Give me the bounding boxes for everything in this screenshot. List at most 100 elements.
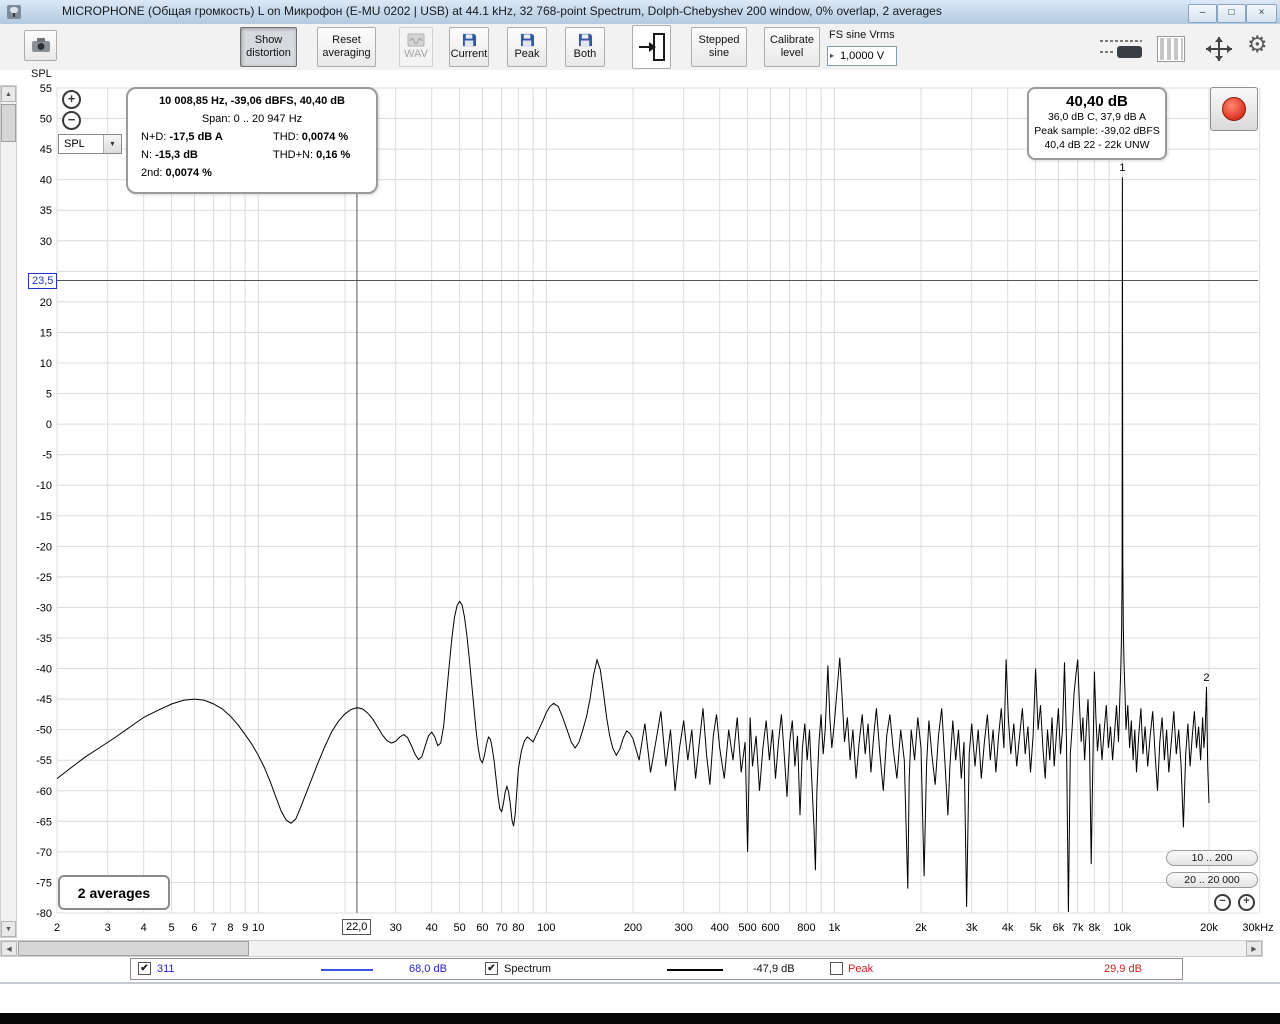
- svg-text:-25: -25: [36, 572, 52, 584]
- vertical-scrollbar[interactable]: ▲ ▼: [0, 85, 17, 938]
- spectrum-value: -47,9 dB: [753, 963, 795, 975]
- svg-text:10: 10: [40, 358, 52, 370]
- scroll-left-icon[interactable]: ◀: [1, 941, 17, 956]
- fs-sine-label: FS sine Vrms: [829, 29, 895, 41]
- x-zoom-in-button[interactable]: +: [1238, 894, 1255, 911]
- range-button-20-20000[interactable]: 20 .. 20 000: [1166, 872, 1258, 888]
- cursor-y-value: 23,5: [28, 273, 58, 289]
- scroll-down-icon[interactable]: ▼: [1, 921, 16, 937]
- svg-text:600: 600: [761, 922, 779, 934]
- signal-out-icon: [638, 33, 665, 61]
- scroll-right-icon[interactable]: ▶: [1246, 941, 1262, 956]
- svg-text:100: 100: [537, 922, 555, 934]
- level-readout-panel: 40,40 dB 36,0 dB C, 37,9 dB A Peak sampl…: [1027, 87, 1167, 160]
- save-current-label: Current: [450, 48, 488, 60]
- window-bottom-edge: [0, 982, 1280, 984]
- svg-text:7k: 7k: [1072, 922, 1084, 934]
- svg-text:4k: 4k: [1002, 922, 1014, 934]
- fs-sine-input[interactable]: [827, 46, 897, 66]
- curve-311-value: 68,0 dB: [409, 963, 447, 975]
- svg-text:200: 200: [624, 922, 642, 934]
- svg-text:10k: 10k: [1113, 922, 1131, 934]
- reset-averaging-button[interactable]: Reset averaging: [317, 27, 376, 67]
- maximize-button[interactable]: □: [1217, 4, 1246, 23]
- save-peak-button[interactable]: Peak: [507, 27, 547, 67]
- svg-text:30: 30: [40, 236, 52, 248]
- svg-text:-45: -45: [36, 694, 52, 706]
- scroll-up-icon[interactable]: ▲: [1, 86, 16, 102]
- close-button[interactable]: ×: [1246, 4, 1277, 23]
- svg-text:6: 6: [191, 922, 197, 934]
- calibrate-level-button[interactable]: Calibrate level: [764, 27, 820, 67]
- curve-311-label: 311: [157, 963, 175, 975]
- averages-badge: 2 averages: [58, 875, 170, 910]
- mixer-levels-icon[interactable]: [1098, 36, 1144, 60]
- minimize-button[interactable]: –: [1188, 4, 1217, 23]
- columns-pattern-icon[interactable]: [1157, 36, 1185, 62]
- snapshot-button[interactable]: [24, 30, 57, 61]
- spl-scale-select[interactable]: SPL ▼: [58, 134, 122, 154]
- svg-text:40: 40: [426, 922, 438, 934]
- svg-text:3: 3: [105, 922, 111, 934]
- peak-sample: Peak sample: -39,02 dBFS: [1034, 125, 1160, 137]
- spl-select-value: SPL: [64, 138, 85, 150]
- horizontal-scroll-thumb[interactable]: [18, 941, 249, 956]
- app-window: MICROPHONE (Общая громкость) L on Микроф…: [0, 0, 1280, 1024]
- record-button[interactable]: [1210, 87, 1258, 131]
- svg-text:80: 80: [512, 922, 524, 934]
- save-peak-label: Peak: [514, 48, 540, 60]
- svg-text:500: 500: [738, 922, 756, 934]
- svg-text:-35: -35: [36, 633, 52, 645]
- save-icon: [520, 33, 534, 47]
- taskbar: [0, 1013, 1280, 1024]
- range-button-10-200[interactable]: 10 .. 200: [1166, 850, 1258, 866]
- save-current-button[interactable]: Current: [449, 27, 489, 67]
- svg-text:-75: -75: [36, 877, 52, 889]
- peak-value: 29,9 dB: [1104, 963, 1142, 975]
- svg-text:55: 55: [40, 83, 52, 95]
- level-db: 40,40 dB: [1066, 93, 1128, 110]
- wav-label: WAV: [404, 48, 428, 60]
- svg-text:-70: -70: [36, 847, 52, 859]
- app-icon: [7, 5, 21, 19]
- stepped-sine-button[interactable]: Stepped sine: [691, 27, 747, 67]
- peak-checkbox[interactable]: [830, 962, 843, 975]
- svg-text:-55: -55: [36, 755, 52, 767]
- span-readout: Span: 0 .. 20 947 Hz: [201, 113, 303, 125]
- move-arrows-icon[interactable]: [1200, 33, 1238, 65]
- curve-311-checkbox[interactable]: ✔: [138, 962, 151, 975]
- field-flag-icon: ▸: [830, 51, 835, 60]
- svg-text:20k: 20k: [1200, 922, 1218, 934]
- cursor-x-value: 22,0: [342, 919, 372, 935]
- toolbar: Show distortion Reset averaging WAV Curr…: [0, 24, 1280, 70]
- x-zoom-out-button[interactable]: −: [1214, 894, 1231, 911]
- spectrum-label: Spectrum: [504, 963, 552, 975]
- svg-text:30: 30: [390, 922, 402, 934]
- thd-readout: THD: 0,0074 %: [273, 131, 349, 143]
- n-readout: N: -15,3 dB: [141, 149, 198, 161]
- show-distortion-button[interactable]: Show distortion: [240, 27, 297, 67]
- vertical-scroll-thumb[interactable]: [1, 104, 16, 142]
- svg-text:9: 9: [242, 922, 248, 934]
- save-both-button[interactable]: Both: [565, 27, 605, 67]
- svg-text:5: 5: [169, 922, 175, 934]
- curve-311-line-sample: [321, 969, 373, 971]
- horizontal-scrollbar[interactable]: ◀ ▶: [0, 940, 1263, 957]
- spectrum-checkbox[interactable]: ✔: [485, 962, 498, 975]
- legend-bar: ✔ 311 68,0 dB ✔ Spectrum -47,9 dB Peak 2…: [130, 958, 1183, 980]
- record-icon: [1222, 97, 1246, 121]
- zoom-out-button[interactable]: −: [62, 111, 81, 130]
- wav-button[interactable]: WAV: [399, 27, 433, 67]
- svg-text:8k: 8k: [1089, 922, 1101, 934]
- zoom-in-button[interactable]: +: [62, 90, 81, 109]
- gear-icon[interactable]: ⚙: [1247, 31, 1268, 58]
- thdn-readout: THD+N: 0,16 %: [273, 149, 351, 161]
- svg-text:-40: -40: [36, 664, 52, 676]
- title-bar: MICROPHONE (Общая громкость) L on Микроф…: [0, 0, 1280, 25]
- chevron-down-icon[interactable]: ▼: [103, 135, 121, 153]
- svg-text:40: 40: [40, 175, 52, 187]
- generator-button[interactable]: [632, 25, 671, 69]
- svg-text:6k: 6k: [1053, 922, 1065, 934]
- svg-text:45: 45: [40, 144, 52, 156]
- svg-text:10: 10: [252, 922, 264, 934]
